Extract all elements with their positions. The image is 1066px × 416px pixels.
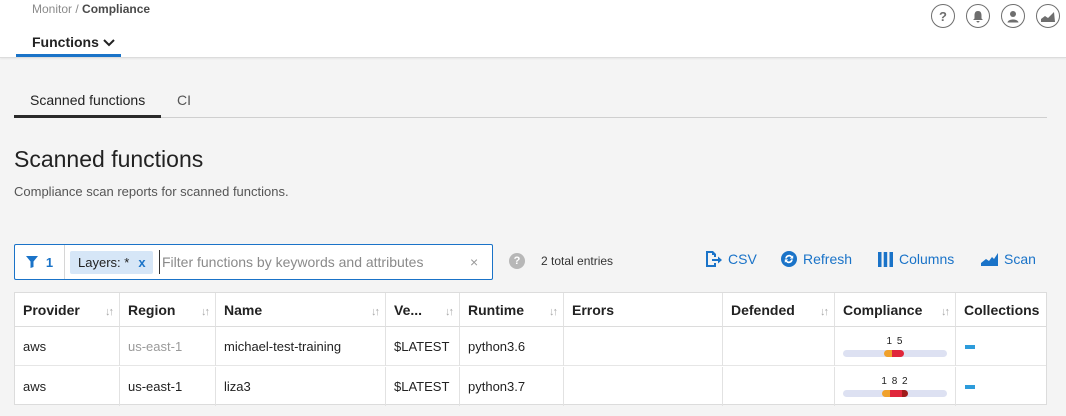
top-bar: Monitor / Compliance Functions ? <box>0 0 1066 58</box>
refresh-icon <box>781 251 797 267</box>
tab-bar: Scanned functions CI <box>14 84 1047 118</box>
chart-icon[interactable] <box>1036 4 1060 28</box>
page-subtitle: Compliance scan reports for scanned func… <box>14 184 289 199</box>
column-header-version[interactable]: Ve... ↓↑ <box>386 293 460 327</box>
cell-provider: aws <box>15 367 120 406</box>
sort-icon[interactable]: ↓↑ <box>201 306 210 318</box>
sort-icon[interactable]: ↓↑ <box>549 306 558 318</box>
cell-compliance[interactable]: 1 8 2 <box>835 367 956 406</box>
page-title: Scanned functions <box>14 146 204 172</box>
cell-version: $LATEST <box>386 327 460 366</box>
column-header-collections[interactable]: Collections <box>956 293 1046 327</box>
bell-icon[interactable] <box>966 4 990 28</box>
export-icon <box>706 251 722 267</box>
entries-help-icon[interactable]: ? <box>509 253 525 269</box>
cell-defended <box>723 327 835 366</box>
functions-dropdown-label: Functions <box>32 34 99 50</box>
column-header-name[interactable]: Name ↓↑ <box>216 293 386 327</box>
table-row[interactable]: aws us-east-1 michael-test-training $LAT… <box>15 327 1046 366</box>
breadcrumb-current: Compliance <box>82 2 151 16</box>
cell-runtime: python3.6 <box>460 327 564 366</box>
csv-button[interactable]: CSV <box>705 251 757 267</box>
sort-icon[interactable]: ↓↑ <box>105 306 114 318</box>
user-icon[interactable] <box>1001 4 1025 28</box>
compliance-high-segment <box>882 390 890 397</box>
cell-compliance[interactable]: 1 5 <box>835 327 956 366</box>
scan-label: Scan <box>1004 251 1036 267</box>
sort-icon[interactable]: ↓↑ <box>371 306 380 318</box>
columns-icon <box>878 251 893 267</box>
columns-button[interactable]: Columns <box>878 251 954 267</box>
column-header-defended[interactable]: Defended ↓↑ <box>723 293 835 327</box>
top-icons: ? <box>931 4 1060 28</box>
column-header-errors[interactable]: Errors <box>564 293 723 327</box>
filter-input[interactable] <box>159 250 464 274</box>
filter-chip-key: Layers: <box>78 255 121 270</box>
columns-label: Columns <box>899 251 955 267</box>
help-icon[interactable]: ? <box>931 4 955 28</box>
tab-ci[interactable]: CI <box>177 84 191 118</box>
breadcrumb-separator: / <box>72 2 83 16</box>
chevron-down-icon <box>103 39 115 47</box>
scan-chart-icon <box>981 252 998 266</box>
cell-region: us-east-1 <box>120 367 216 406</box>
cell-collections <box>956 327 1046 366</box>
breadcrumb-parent[interactable]: Monitor <box>32 2 72 16</box>
tab-scanned-functions[interactable]: Scanned functions <box>14 84 161 118</box>
remove-chip-icon[interactable]: x <box>138 255 145 270</box>
cell-errors <box>564 327 723 366</box>
cell-collections <box>956 367 1046 406</box>
collection-marker <box>965 345 975 349</box>
column-header-runtime[interactable]: Runtime ↓↑ <box>460 293 564 327</box>
sort-icon[interactable]: ↓↑ <box>445 306 454 318</box>
compliance-bar[interactable]: 1 5 <box>843 336 947 358</box>
filter-count: 1 <box>45 254 54 270</box>
compliance-critical-segment <box>890 390 902 397</box>
compliance-critical-segment <box>892 350 904 357</box>
clear-filter-icon[interactable]: × <box>470 254 478 270</box>
csv-label: CSV <box>728 251 757 267</box>
refresh-button[interactable]: Refresh <box>781 251 852 267</box>
cell-defended <box>723 367 835 406</box>
cell-region: us-east-1 <box>120 327 216 366</box>
compliance-bar[interactable]: 1 8 2 <box>843 376 947 398</box>
scan-button[interactable]: Scan <box>981 251 1036 267</box>
compliance-counts: 1 8 2 <box>881 376 909 387</box>
refresh-label: Refresh <box>803 251 853 267</box>
cell-version: $LATEST <box>386 367 460 406</box>
column-header-region[interactable]: Region ↓↑ <box>120 293 216 327</box>
filter-bar: 1 Layers: * x × <box>14 244 493 280</box>
sort-icon[interactable]: ↓↑ <box>941 306 950 318</box>
sort-icon[interactable]: ↓↑ <box>820 306 829 318</box>
cell-name[interactable]: liza3 <box>216 367 386 406</box>
compliance-high-segment <box>884 350 892 357</box>
filter-chip-value: * <box>124 255 130 270</box>
functions-table: Provider ↓↑ Region ↓↑ Name ↓↑ Ve... ↓↑ Runti… <box>14 292 1047 406</box>
table-row[interactable]: aws us-east-1 liza3 $LATEST python3.7 1 … <box>15 367 1046 406</box>
filter-chip-layers[interactable]: Layers: * x <box>70 251 153 274</box>
breadcrumb: Monitor / Compliance <box>32 2 150 16</box>
total-entries: 2 total entries <box>541 254 614 268</box>
filter-toggle-button[interactable]: 1 <box>15 245 65 279</box>
cell-runtime: python3.7 <box>460 367 564 406</box>
column-header-provider[interactable]: Provider ↓↑ <box>15 293 120 327</box>
functions-dropdown[interactable]: Functions <box>16 27 121 57</box>
cell-name[interactable]: michael-test-training <box>216 327 386 366</box>
cell-errors <box>564 367 723 406</box>
filter-icon <box>25 256 38 268</box>
column-header-compliance[interactable]: Compliance ↓↑ <box>835 293 956 327</box>
cell-provider: aws <box>15 327 120 366</box>
compliance-counts: 1 5 <box>886 336 904 347</box>
collection-marker <box>965 385 975 389</box>
